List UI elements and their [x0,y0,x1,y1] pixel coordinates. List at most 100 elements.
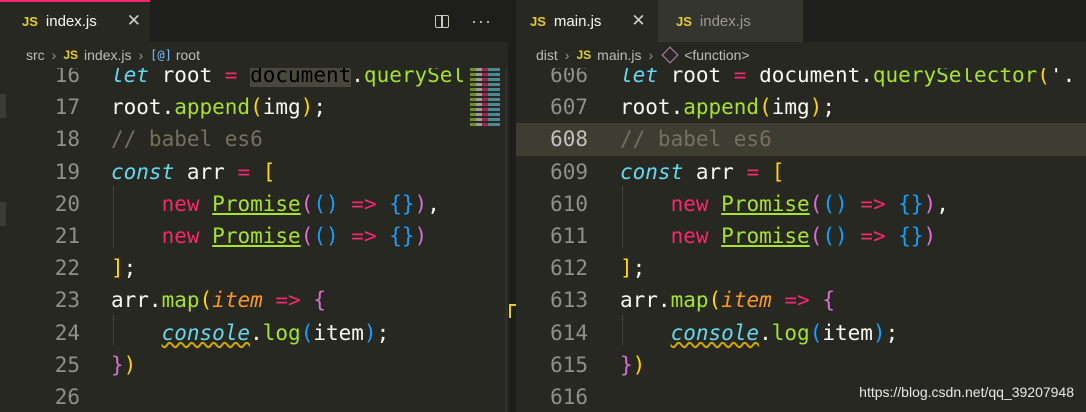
editor-actions: ··· [435,0,492,42]
code-token: } [111,352,124,377]
code-editor[interactable]: 16 let root = document.querySel 17 root.app… [0,68,508,412]
code-line[interactable]: 25}) [0,349,508,381]
code-token: {} [898,223,924,248]
breadcrumb: dist › JS main.js › <function> [516,42,1086,68]
code-token: append [683,95,760,120]
variable-icon: [@] [150,48,172,62]
breadcrumb-file[interactable]: main.js [597,47,641,63]
code-token: = [746,159,760,184]
chevron-right-icon: › [648,47,654,63]
line-code: let root = document.querySelector('. [620,68,1075,91]
tab-index-js[interactable]: JS index.js [658,0,803,42]
code-token: Promise [212,191,301,216]
tab-main-js[interactable]: JS main.js ✕ [516,0,658,42]
close-icon[interactable]: ✕ [127,11,141,31]
code-token: ) [123,352,137,377]
code-line[interactable]: 19 const arr = [ [0,156,508,188]
code-token: ) [300,95,314,120]
line-number: 614 [550,320,588,345]
code-line[interactable]: 612]; [516,252,1086,284]
code-token: new [670,223,709,248]
code-token: item [212,288,263,313]
more-actions-icon[interactable]: ··· [471,11,492,32]
code-token: new [161,191,200,216]
line-code: arr.map(item => { [111,284,326,316]
breadcrumb-symbol[interactable]: root [176,47,200,63]
code-line[interactable]: 24 console.log(item); [0,317,508,349]
line-code: }) [111,349,136,381]
code-line[interactable]: 607 root.append(img); [516,91,1086,123]
close-icon[interactable]: ✕ [631,11,645,31]
breadcrumb-folder[interactable]: src [26,47,45,63]
code-token: querySelector [872,68,1038,87]
code-line[interactable]: 26 [0,381,508,412]
code-line[interactable]: 22]; [0,252,508,284]
code-token: '. [1049,68,1076,87]
code-token: ; [632,256,646,281]
right-tab-bar: JS main.js ✕ JS index.js [516,0,1086,42]
code-token: ( [809,223,823,248]
line-code: new Promise(() => {}) [111,220,428,252]
code-editor[interactable]: 606 let root = document.querySelector('. 6… [516,68,1086,412]
code-token: () [822,191,848,216]
code-token: ; [376,320,390,345]
editor-split-divider[interactable] [508,0,516,412]
line-number: 612 [550,256,588,281]
code-token: ; [313,95,326,120]
code-line[interactable]: 18 // babel es6 [0,123,508,155]
code-token: map [670,288,709,313]
code-line[interactable]: 614 console.log(item); [516,317,1086,349]
code-line[interactable]: 21 new Promise(() => {}) [0,220,508,252]
breadcrumb-symbol[interactable]: <function> [684,47,749,63]
code-token: ) [363,320,377,345]
code-token: ; [123,256,137,281]
code-line[interactable]: 609 const arr = [ [516,156,1086,188]
line-number: 16 [54,68,80,87]
line-code: ]; [620,252,645,284]
line-code: ]; [111,252,136,284]
split-editor-icon[interactable] [435,14,450,28]
code-token: img [262,95,301,120]
line-number: 613 [550,288,588,313]
code-line[interactable]: 17 root.append(img); [0,91,508,123]
code-line[interactable]: 608 // babel es6 [516,123,1086,156]
js-file-icon: JS [22,13,38,29]
tab-label: main.js [553,12,602,30]
code-line[interactable]: 16 let root = document.querySel [0,68,508,91]
code-token: [ [771,159,785,184]
code-token: = [237,159,251,184]
minimap[interactable] [470,68,500,138]
code-line[interactable]: 613 arr.map(item => { [516,284,1086,316]
code-line[interactable]: 20 new Promise(() => {}), [0,188,508,220]
line-code: let root = document.querySel [111,68,465,91]
code-token: document [250,68,352,87]
code-token: () [313,191,339,216]
line-code: // babel es6 [111,123,263,155]
code-line[interactable]: 610 new Promise(() => {}), [516,188,1086,220]
tab-index-js[interactable]: JS index.js ✕ [0,0,150,42]
breadcrumb-file[interactable]: index.js [84,47,131,63]
code-token: new [670,191,709,216]
tab-label: index.js [699,12,751,30]
code-line[interactable]: 23 arr.map(item => { [0,284,508,316]
line-code: root.append(img); [111,91,326,123]
line-number: 608 [550,127,588,152]
code-line[interactable]: 611 new Promise(() => {}) [516,220,1086,252]
line-code: const arr = [ [111,156,275,188]
code-token: => [860,191,886,216]
breadcrumb-folder[interactable]: dist [536,47,558,63]
code-token: => [351,191,377,216]
code-token: ( [809,320,823,345]
code-token: { [313,288,327,313]
code-line[interactable]: 615}) [516,349,1086,381]
line-number: 26 [54,384,80,409]
code-line[interactable]: 606 let root = document.querySelector('. [516,68,1086,91]
js-file-icon: JS [676,13,692,29]
